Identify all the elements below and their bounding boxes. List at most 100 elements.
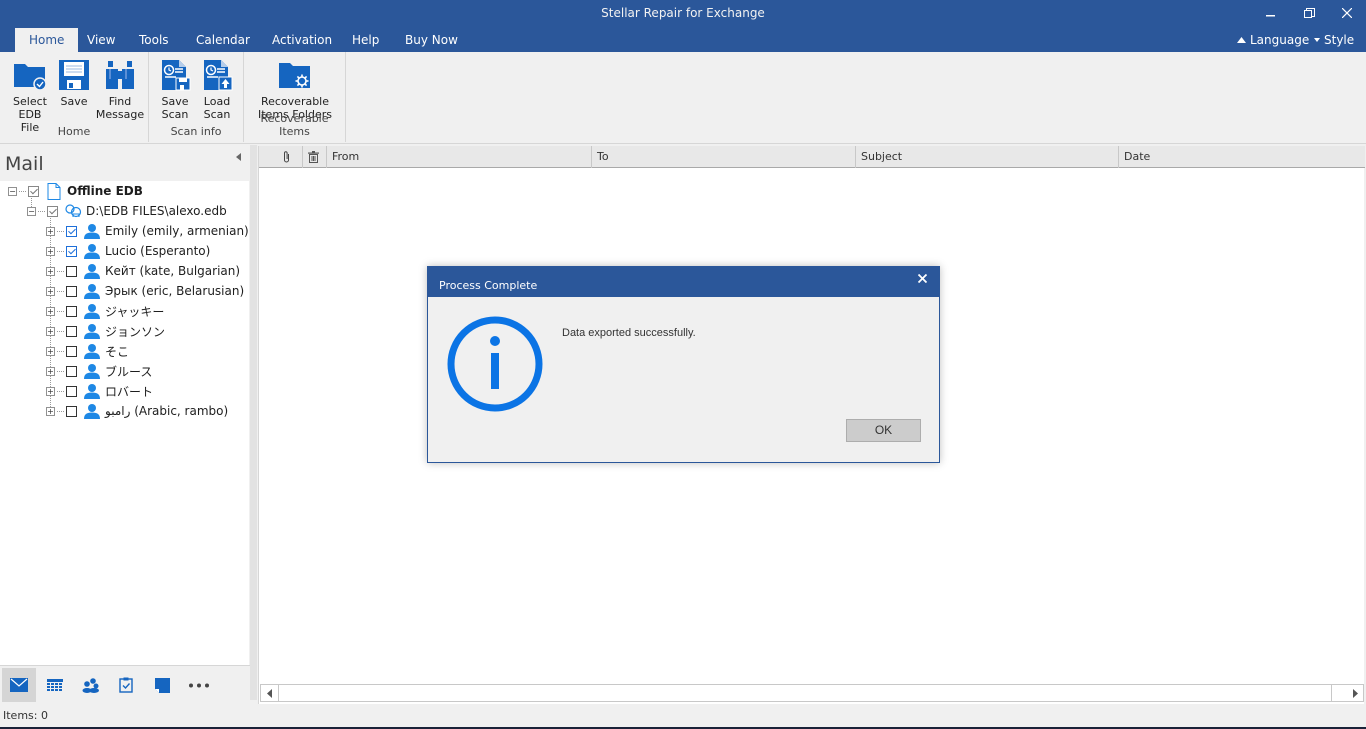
arrow-left-icon [266,688,272,698]
close-button[interactable] [1328,0,1366,26]
notes-icon [154,677,170,693]
collapse-panel-button[interactable] [236,153,241,164]
language-label: Language [1250,33,1310,47]
caret-up-icon [1237,37,1246,43]
tree-checkbox[interactable] [66,285,77,297]
tree-node-label: Кейт (kate, Bulgarian) [105,264,241,278]
tab-home[interactable]: Home [15,28,79,53]
panel-title: Mail [5,153,44,175]
nav-notes-button[interactable] [145,668,179,702]
horizontal-scrollbar[interactable] [260,684,1364,702]
tree-checkbox[interactable] [66,245,77,257]
tree-node-mailbox[interactable]: + Эрык (eric, Belarusian) [46,281,244,301]
style-menu[interactable]: Style [1314,33,1366,47]
ok-button[interactable]: OK [846,419,921,442]
tab-view[interactable]: View [73,28,129,52]
nav-tasks-button[interactable] [109,668,143,702]
save-scan-button[interactable]: Save Scan [157,57,193,121]
tree-checkbox[interactable] [66,385,77,397]
column-date[interactable]: Date [1119,146,1365,168]
expand-toggle[interactable]: + [46,246,55,256]
tree-checkbox[interactable] [28,185,39,197]
expand-toggle[interactable]: + [46,366,55,376]
scroll-left-button[interactable] [261,685,277,701]
column-from[interactable]: From [327,146,592,168]
user-icon [84,344,100,359]
user-icon [84,304,100,319]
arrow-right-icon [1352,688,1358,698]
load-scan-button[interactable]: Load Scan [199,57,235,121]
nav-mail-button[interactable] [2,668,36,702]
nav-contacts-button[interactable] [74,668,108,702]
tree-node-label: ブルース [105,364,153,379]
tree-checkbox[interactable] [66,365,77,377]
tree-node-mailbox[interactable]: + ジョンソン [46,321,165,341]
tab-calendar[interactable]: Calendar [182,28,264,52]
tree-node-label: ロバート [105,384,154,399]
database-icon [64,204,81,218]
dialog-close-button[interactable] [917,272,928,287]
tab-help[interactable]: Help [338,28,393,52]
dialog-message: Data exported successfully. [562,327,696,339]
tree-node-edb-file[interactable]: − D:\EDB FILES\alexo.edb [27,201,227,221]
restore-button[interactable] [1290,0,1328,26]
tree-node-mailbox[interactable]: + Emily (emily, armenian) [46,221,249,241]
expand-toggle[interactable]: + [46,226,55,236]
expand-toggle[interactable]: + [46,266,55,276]
expand-toggle[interactable]: + [46,306,55,316]
binoculars-icon [106,61,134,89]
expand-toggle[interactable]: + [46,326,55,336]
column-attachment[interactable] [259,146,303,168]
expand-toggle[interactable]: + [46,386,55,396]
nav-calendar-button[interactable] [38,668,72,702]
scrollbar-thumb[interactable] [278,685,1332,701]
tree-node-mailbox[interactable]: + Кейт (kate, Bulgarian) [46,261,240,281]
tree-node-mailbox[interactable]: + ロバート [46,381,153,401]
window-controls [1252,0,1366,28]
select-edb-file-button[interactable]: Select EDB File [8,57,52,134]
tree-node-mailbox[interactable]: + ジャッキー [46,301,164,321]
tree-checkbox[interactable] [66,265,77,277]
restore-icon [1303,7,1315,18]
minimize-button[interactable] [1252,0,1290,26]
tree-checkbox[interactable] [66,305,77,317]
tree-checkbox[interactable] [66,405,77,417]
tree-node-offline-edb[interactable]: − Offline EDB [8,181,143,201]
tree-node-mailbox[interactable]: + そこ [46,341,129,361]
tree-checkbox[interactable] [47,205,58,217]
find-message-button[interactable]: Find Message [96,57,144,121]
tree-checkbox[interactable] [66,225,77,237]
column-deleted[interactable] [303,146,327,168]
tree-node-mailbox[interactable]: + ブルース [46,361,152,381]
scroll-right-button[interactable] [1347,685,1363,701]
style-label: Style [1324,33,1355,47]
save-scan-label: Save Scan [161,95,189,121]
window-title: Stellar Repair for Exchange [601,6,765,20]
tree-checkbox[interactable] [66,325,77,337]
nav-more-button[interactable] [182,668,216,702]
expand-toggle[interactable]: + [46,346,55,356]
tab-tools[interactable]: Tools [125,28,183,52]
column-to[interactable]: To [592,146,856,168]
save-button[interactable]: Save [56,57,92,108]
tab-activation[interactable]: Activation [258,28,346,52]
tree-node-label: رامبو (Arabic, rambo) [105,404,229,418]
panel-splitter[interactable] [250,145,257,700]
tab-buy-now[interactable]: Buy Now [391,28,472,52]
expand-toggle[interactable]: + [46,406,55,416]
language-menu[interactable]: Language [1237,33,1309,47]
dialog-title: Process Complete [439,279,538,292]
mail-panel: Mail − Offline EDB − D:\EDB FILES\alexo.… [0,145,250,665]
ribbon-group-scan-info: Save Scan Load Scan Scan info [149,52,244,142]
document-icon [47,182,61,200]
column-subject[interactable]: Subject [856,146,1119,168]
expand-toggle[interactable]: + [46,286,55,296]
collapse-toggle[interactable]: − [27,206,36,216]
collapse-toggle[interactable]: − [8,186,17,196]
tree-node-mailbox[interactable]: + Lucio (Esperanto) [46,241,210,261]
user-icon [84,404,100,419]
tree-checkbox[interactable] [66,345,77,357]
module-nav [0,665,250,703]
tree-node-mailbox[interactable]: + رامبو (Arabic, rambo) [46,401,228,421]
ribbon-group-label: Scan info [170,125,222,138]
